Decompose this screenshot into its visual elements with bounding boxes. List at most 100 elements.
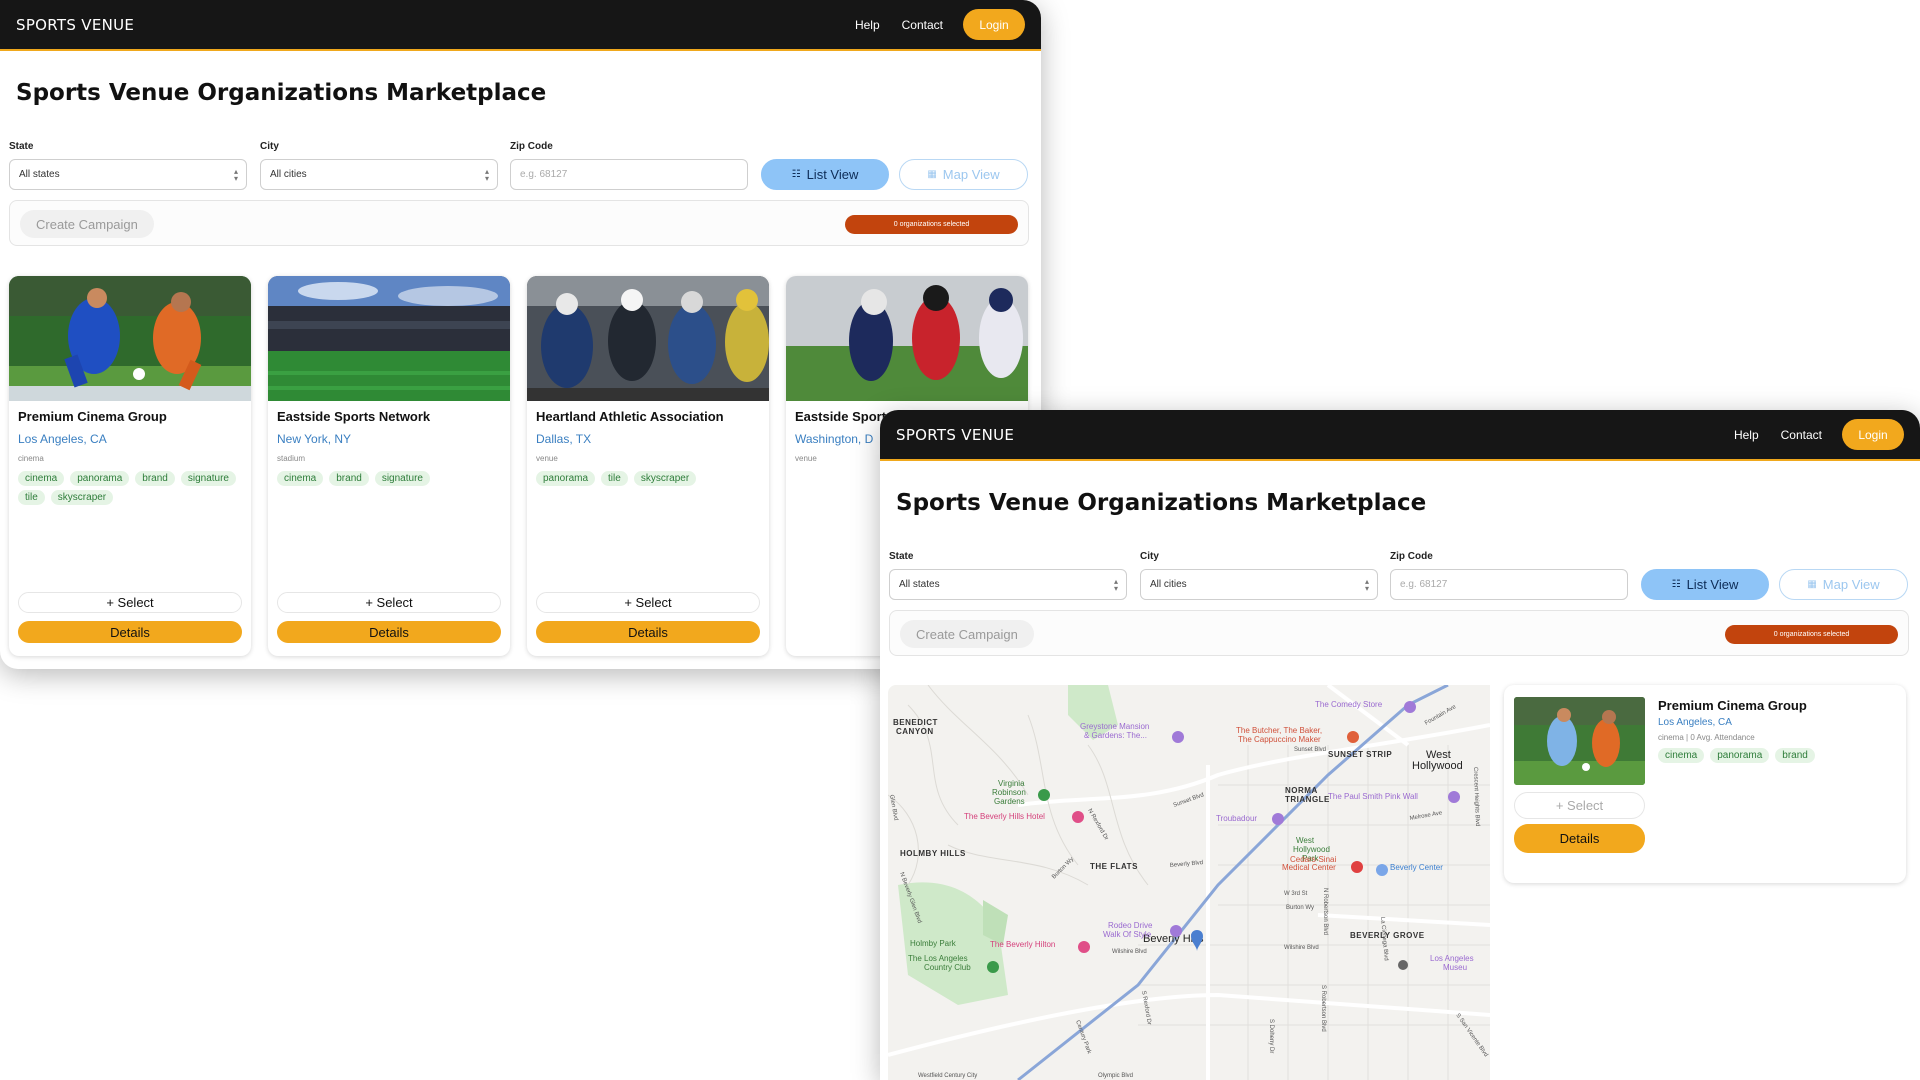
- street-label: Melrose Ave: [1409, 810, 1443, 822]
- venue-location[interactable]: Los Angeles, CA: [18, 432, 107, 446]
- page-title: Sports Venue Organizations Marketplace: [896, 490, 1427, 516]
- city-select-value: All cities: [1150, 579, 1187, 590]
- select-button[interactable]: + Select: [1514, 792, 1645, 819]
- state-select-value: All states: [899, 579, 940, 590]
- brand-logo[interactable]: SPORTS VENUE: [896, 426, 1712, 444]
- select-button[interactable]: + Select: [18, 592, 242, 613]
- tag: cinema: [277, 471, 324, 486]
- venue-photo-stadium: [268, 276, 510, 401]
- top-nav-bar: SPORTS VENUE Help Contact Login: [880, 410, 1920, 461]
- venue-marker-icon[interactable]: [1170, 925, 1182, 937]
- select-chevron-icon: ▴ ▾: [484, 167, 489, 183]
- map-view-button[interactable]: ▦ Map View: [1779, 569, 1908, 600]
- zip-code-input[interactable]: [1390, 569, 1628, 600]
- street-label: S Doheny Dr: [1268, 1019, 1274, 1053]
- venue-location[interactable]: Los Angeles, CA: [1658, 717, 1732, 728]
- street-label: S San Vicente Blvd: [1454, 1013, 1488, 1058]
- tag: cinema: [1658, 748, 1705, 763]
- details-button[interactable]: Details: [1514, 824, 1645, 853]
- poi-greystone: Greystone Mansion: [1080, 722, 1149, 731]
- venue-location[interactable]: Dallas, TX: [536, 432, 591, 446]
- select-chevron-icon: ▴ ▾: [1113, 577, 1118, 593]
- restaurant-marker-icon[interactable]: [1347, 731, 1359, 743]
- zip-code-input[interactable]: [510, 159, 748, 190]
- poi-butcher: The Butcher, The Baker,: [1236, 726, 1322, 735]
- state-select-value: All states: [19, 169, 60, 180]
- top-nav-bar: SPORTS VENUE Help Contact Login: [0, 0, 1041, 51]
- map-view-button[interactable]: ▦ Map View: [899, 159, 1028, 190]
- poi-lacma: Los Angeles: [1430, 954, 1474, 963]
- hospital-marker-icon[interactable]: [1351, 861, 1363, 873]
- filter-bar: State All states ▴ ▾ City All cities ▴ ▾ Z…: [889, 551, 1909, 601]
- details-button[interactable]: Details: [536, 621, 760, 643]
- tag: tile: [18, 490, 45, 505]
- venue-name: Premium Cinema Group: [1658, 698, 1807, 713]
- details-button[interactable]: Details: [18, 621, 242, 643]
- museum-marker-icon[interactable]: [1398, 960, 1408, 970]
- city-label: City: [260, 141, 279, 152]
- map-icon: ▦: [927, 169, 937, 180]
- poi-beverly-hilton: The Beverly Hilton: [990, 940, 1055, 949]
- contact-link[interactable]: Contact: [1781, 428, 1822, 442]
- street-label: Sunset Blvd: [1173, 792, 1205, 809]
- login-button[interactable]: Login: [963, 9, 1025, 40]
- list-icon: ☷: [1671, 579, 1681, 590]
- venue-marker-icon[interactable]: [1448, 791, 1460, 803]
- venue-photo-cycling: [527, 276, 769, 401]
- map-label-country-club: Country Club: [924, 963, 971, 972]
- location-pin-icon[interactable]: [1191, 930, 1203, 951]
- list-view-button[interactable]: ☷ List View: [1641, 569, 1769, 600]
- poi-butcher-2: The Cappuccino Maker: [1238, 735, 1321, 744]
- map-view-window: SPORTS VENUE Help Contact Login Sports V…: [880, 410, 1920, 1080]
- help-link[interactable]: Help: [1734, 428, 1759, 442]
- poi-paul-smith: The Paul Smith Pink Wall: [1328, 792, 1418, 801]
- venue-meta: cinema | 0 Avg. Attendance: [1658, 733, 1755, 742]
- login-button[interactable]: Login: [1842, 419, 1904, 450]
- tag: skyscraper: [50, 490, 114, 505]
- poi-comedy-store: The Comedy Store: [1315, 700, 1383, 709]
- venue-type: venue: [536, 454, 558, 463]
- tag: brand: [329, 471, 369, 486]
- map-label-holmby-hills: HOLMBY HILLS: [900, 849, 966, 858]
- venue-map[interactable]: BENEDICT CANYON HOLMBY HILLS THE FLATS B…: [888, 685, 1490, 1080]
- create-campaign-button[interactable]: Create Campaign: [900, 620, 1034, 648]
- create-campaign-button[interactable]: Create Campaign: [20, 210, 154, 238]
- state-select[interactable]: All states ▴ ▾: [9, 159, 247, 190]
- list-icon: ☷: [791, 169, 801, 180]
- map-label-triangle: TRIANGLE: [1285, 795, 1330, 804]
- brand-logo[interactable]: SPORTS VENUE: [16, 16, 833, 34]
- street-label: S Rexford Dr: [1140, 990, 1152, 1025]
- map-label-sunset-strip: SUNSET STRIP: [1328, 750, 1392, 759]
- street-label: Westfield Century City: [918, 1073, 977, 1079]
- hotel-marker-icon[interactable]: [1072, 811, 1084, 823]
- details-button[interactable]: Details: [277, 621, 501, 643]
- selected-count-badge: 0 organizations selected: [845, 215, 1018, 234]
- venue-location[interactable]: New York, NY: [277, 432, 351, 446]
- venue-photo-soccer: [1514, 697, 1645, 785]
- park-marker-icon[interactable]: [1038, 789, 1050, 801]
- campaign-bar: Create Campaign 0 organizations selected: [9, 200, 1029, 246]
- park-marker-icon[interactable]: [987, 961, 999, 973]
- shopping-marker-icon[interactable]: [1376, 864, 1388, 876]
- page-title: Sports Venue Organizations Marketplace: [16, 80, 547, 106]
- tag: panorama: [536, 471, 596, 486]
- contact-link[interactable]: Contact: [902, 18, 943, 32]
- venue-name: Eastside Sport: [795, 409, 887, 424]
- venue-photo-football: [786, 276, 1028, 401]
- poi-lacma-2: Museu: [1443, 963, 1467, 972]
- map-label-robinson: Robinson: [992, 788, 1026, 797]
- map-label-la-country-club: The Los Angeles: [908, 954, 968, 963]
- venue-marker-icon[interactable]: [1404, 701, 1416, 713]
- select-button[interactable]: + Select: [536, 592, 760, 613]
- select-button[interactable]: + Select: [277, 592, 501, 613]
- city-select[interactable]: All cities ▴ ▾: [1140, 569, 1378, 600]
- state-label: State: [9, 141, 34, 152]
- city-select[interactable]: All cities ▴ ▾: [260, 159, 498, 190]
- list-view-button[interactable]: ☷ List View: [761, 159, 889, 190]
- venue-marker-icon[interactable]: [1272, 813, 1284, 825]
- state-select[interactable]: All states ▴ ▾: [889, 569, 1127, 600]
- venue-location[interactable]: Washington, D: [795, 432, 873, 446]
- venue-marker-icon[interactable]: [1172, 731, 1184, 743]
- help-link[interactable]: Help: [855, 18, 880, 32]
- hotel-marker-icon[interactable]: [1078, 941, 1090, 953]
